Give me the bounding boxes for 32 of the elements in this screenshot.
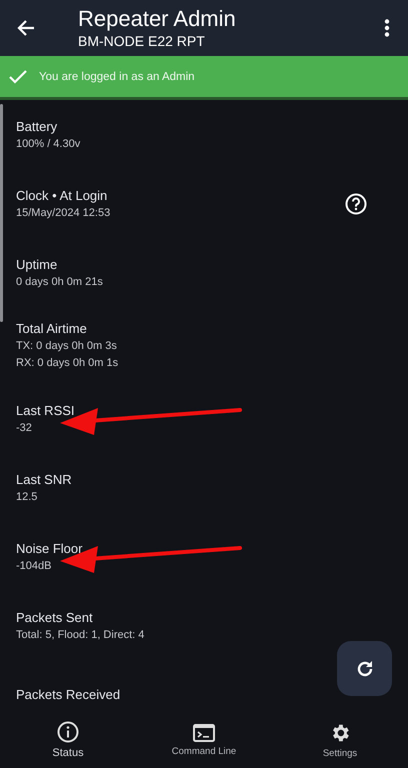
- nav-tab[interactable]: Status: [0, 712, 136, 768]
- banner-text: You are logged in as an Admin: [39, 70, 195, 82]
- help-icon[interactable]: [345, 192, 367, 214]
- stat-value: -32: [16, 420, 32, 436]
- checkmark-icon: [9, 70, 27, 84]
- stat-label: Last SNR: [16, 470, 72, 488]
- stat-label: Packets Received: [16, 686, 120, 704]
- stat-value: TX: 0 days 0h 0m 3s: [16, 339, 117, 354]
- nav-tab[interactable]: Settings: [272, 712, 408, 768]
- refresh-button[interactable]: [337, 641, 392, 696]
- stat-value: 15/May/2024 12:53: [16, 206, 110, 220]
- stat-value: 0 days 0h 0m 21s: [16, 274, 103, 290]
- stat-label: Total Airtime: [16, 320, 87, 338]
- terminal-icon: [193, 724, 215, 742]
- nav-tab[interactable]: Command Line: [136, 712, 272, 768]
- page-title: Repeater Admin: [78, 6, 237, 32]
- stat-value: RX: 0 days 0h 0m 1s: [16, 356, 118, 371]
- stat-label: Noise Floor: [16, 540, 82, 558]
- stat-value: 12.5: [16, 490, 38, 504]
- arrow-left-icon: [16, 19, 36, 37]
- stat-label: Battery: [16, 118, 58, 136]
- stat-label: Packets Sent: [16, 608, 93, 626]
- stat-value: -104dB: [16, 558, 52, 574]
- scrollbar-thumb[interactable]: [0, 104, 3, 322]
- more-icon: [384, 19, 390, 37]
- stat-label: Uptime: [16, 256, 58, 274]
- info-icon: [57, 721, 79, 743]
- stat-value: 100% / 4.30v: [16, 136, 80, 152]
- stat-label: Clock • At Login: [16, 186, 108, 204]
- stat-label: Last RSSI: [16, 402, 75, 420]
- stat-value: Total: 5, Flood: 1, Direct: 4: [16, 628, 144, 642]
- device-name: BM-NODE E22 RPT: [78, 32, 206, 50]
